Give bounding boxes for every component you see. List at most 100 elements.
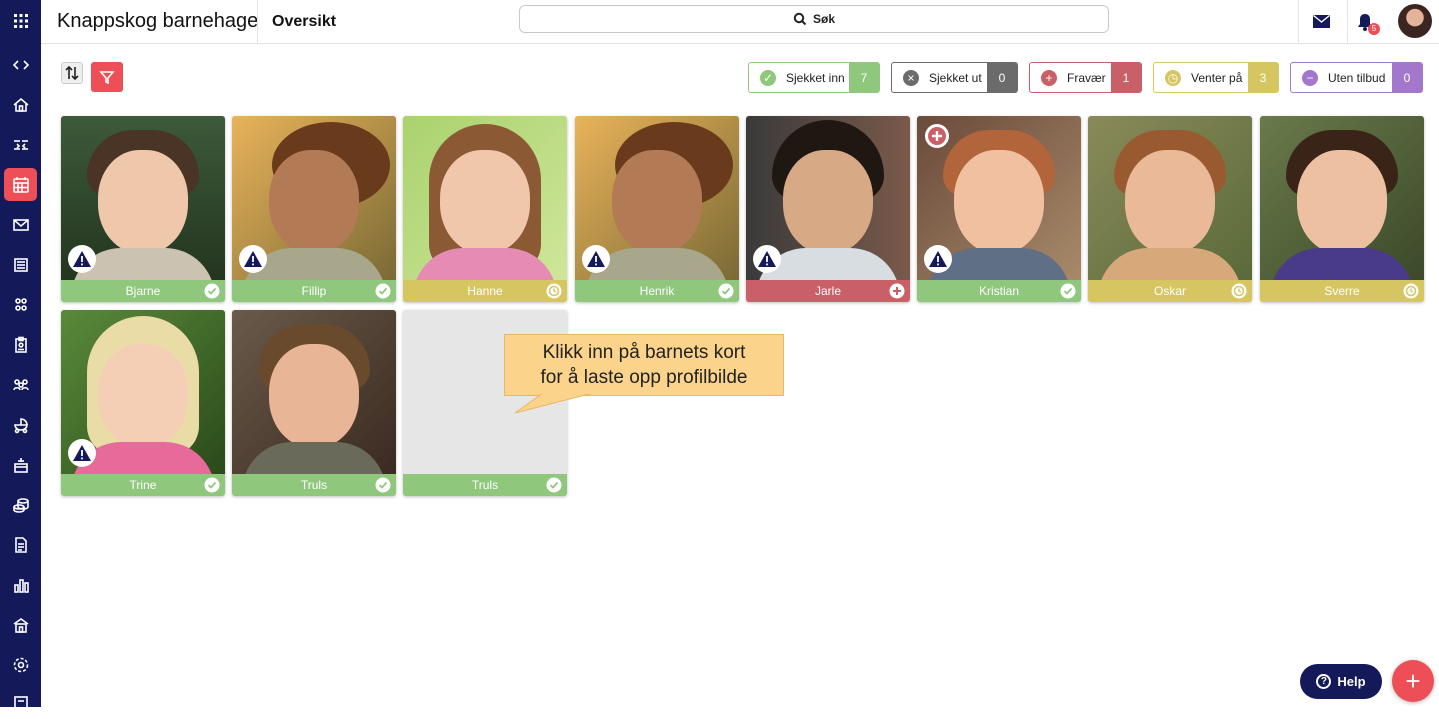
add-button[interactable]: + — [1392, 660, 1434, 702]
absent-plus-icon — [925, 124, 949, 148]
header-divider — [1298, 0, 1299, 43]
filter-no-offer[interactable]: − Uten tilbud 0 — [1290, 62, 1423, 93]
stove-icon[interactable] — [4, 448, 37, 481]
count-badge: 0 — [1392, 63, 1422, 92]
child-photo — [232, 310, 396, 496]
warning-icon — [68, 245, 96, 273]
child-photo — [1260, 116, 1424, 302]
child-card[interactable]: Sverre — [1260, 116, 1424, 302]
check-circle-icon — [204, 283, 220, 299]
child-card[interactable]: Jarle — [746, 116, 910, 302]
child-name: Henrik — [575, 280, 739, 302]
child-card[interactable]: Fillip — [232, 116, 396, 302]
document-icon[interactable] — [4, 528, 37, 561]
chart-icon[interactable] — [4, 568, 37, 601]
warning-icon — [753, 245, 781, 273]
child-card[interactable]: Henrik — [575, 116, 739, 302]
sort-arrows-icon — [65, 65, 79, 81]
clipboard-icon[interactable] — [4, 328, 37, 361]
count-badge: 0 — [987, 63, 1017, 92]
child-name: Kristian — [917, 280, 1081, 302]
filter-checked-out[interactable]: × Sjekket ut 0 — [891, 62, 1018, 93]
filter-waiting[interactable]: ◷ Venter på 3 — [1153, 62, 1279, 93]
warning-icon — [68, 439, 96, 467]
filter-checked-in[interactable]: ✓ Sjekket inn 7 — [748, 62, 880, 93]
check-circle-icon — [718, 283, 734, 299]
check-circle-icon: ✓ — [760, 69, 776, 86]
top-header: Knappskog barnehage Oversikt Søk — [41, 0, 1439, 44]
notification-badge: 5 — [1368, 23, 1380, 35]
child-card[interactable]: Oskar — [1088, 116, 1252, 302]
header-divider — [257, 0, 258, 43]
page-title: Oversikt — [272, 13, 337, 30]
child-name: Jarle — [746, 280, 910, 302]
count-badge: 1 — [1111, 63, 1141, 92]
filter-button[interactable] — [91, 62, 123, 92]
check-circle-icon — [375, 477, 391, 493]
bell-icon[interactable] — [1353, 0, 1377, 43]
child-card[interactable]: Truls — [232, 310, 396, 496]
help-label: Help — [1337, 674, 1366, 689]
tooltip-pointer — [514, 393, 593, 414]
warning-icon — [239, 245, 267, 273]
organization-name: Knappskog barnehage — [57, 10, 259, 32]
plus-circle-icon: + — [1041, 69, 1057, 86]
child-name: Fillip — [232, 280, 396, 302]
child-card[interactable]: Kristian — [917, 116, 1081, 302]
minus-circle-icon: − — [1302, 69, 1318, 86]
child-name: Oskar — [1088, 280, 1252, 302]
tooltip-line-1: Klikk inn på barnets kort — [542, 342, 746, 363]
home-icon[interactable] — [4, 88, 37, 121]
count-badge: 7 — [849, 63, 879, 92]
child-name: Truls — [232, 474, 396, 496]
groups-icon[interactable] — [4, 288, 37, 321]
child-name: Trine — [61, 474, 225, 496]
coins-icon[interactable] — [4, 488, 37, 521]
check-circle-icon — [1060, 283, 1076, 299]
clock-icon — [546, 283, 562, 299]
plus-circle-icon — [889, 283, 905, 299]
sidebar — [0, 0, 41, 712]
question-icon: ? — [1316, 674, 1332, 689]
stroller-icon[interactable] — [4, 408, 37, 441]
mail-icon[interactable] — [4, 208, 37, 241]
filter-icon — [99, 71, 115, 85]
apps-grid-icon[interactable] — [4, 4, 37, 37]
child-card[interactable]: Bjarne — [61, 116, 225, 302]
help-button[interactable]: ? Help — [1300, 664, 1382, 699]
calendar-grid-icon[interactable] — [4, 168, 37, 201]
people-icon[interactable] — [4, 368, 37, 401]
notebook-icon[interactable] — [4, 686, 37, 719]
child-card[interactable]: Trine — [61, 310, 225, 496]
child-photo — [403, 116, 567, 302]
clock-circle-icon: ◷ — [1165, 69, 1181, 86]
x-circle-icon: × — [903, 69, 919, 86]
building-icon[interactable] — [4, 608, 37, 641]
child-card[interactable]: Hanne — [403, 116, 567, 302]
search-bar[interactable]: Søk — [519, 5, 1109, 33]
news-icon[interactable] — [4, 248, 37, 281]
shuffle-icon[interactable] — [4, 128, 37, 161]
header-divider — [1347, 0, 1348, 43]
settings-icon[interactable] — [4, 648, 37, 681]
clock-icon — [1231, 283, 1247, 299]
mail-icon[interactable] — [1306, 0, 1336, 43]
user-avatar[interactable] — [1398, 4, 1432, 38]
child-name: Sverre — [1260, 280, 1424, 302]
search-label: Søk — [812, 12, 835, 26]
warning-icon — [924, 245, 952, 273]
count-badge: 3 — [1248, 63, 1278, 92]
clock-icon — [1403, 283, 1419, 299]
code-toggle-icon[interactable] — [4, 48, 37, 81]
child-name: Bjarne — [61, 280, 225, 302]
child-photo — [1088, 116, 1252, 302]
sort-button[interactable] — [61, 62, 83, 84]
warning-icon — [582, 245, 610, 273]
check-circle-icon — [375, 283, 391, 299]
check-circle-icon — [546, 477, 562, 493]
search-icon — [793, 12, 807, 26]
tooltip-line-2: for å laste opp profilbilde — [540, 367, 748, 388]
filter-absent[interactable]: + Fravær 1 — [1029, 62, 1142, 93]
child-name: Hanne — [403, 280, 567, 302]
child-name: Truls — [403, 474, 567, 496]
